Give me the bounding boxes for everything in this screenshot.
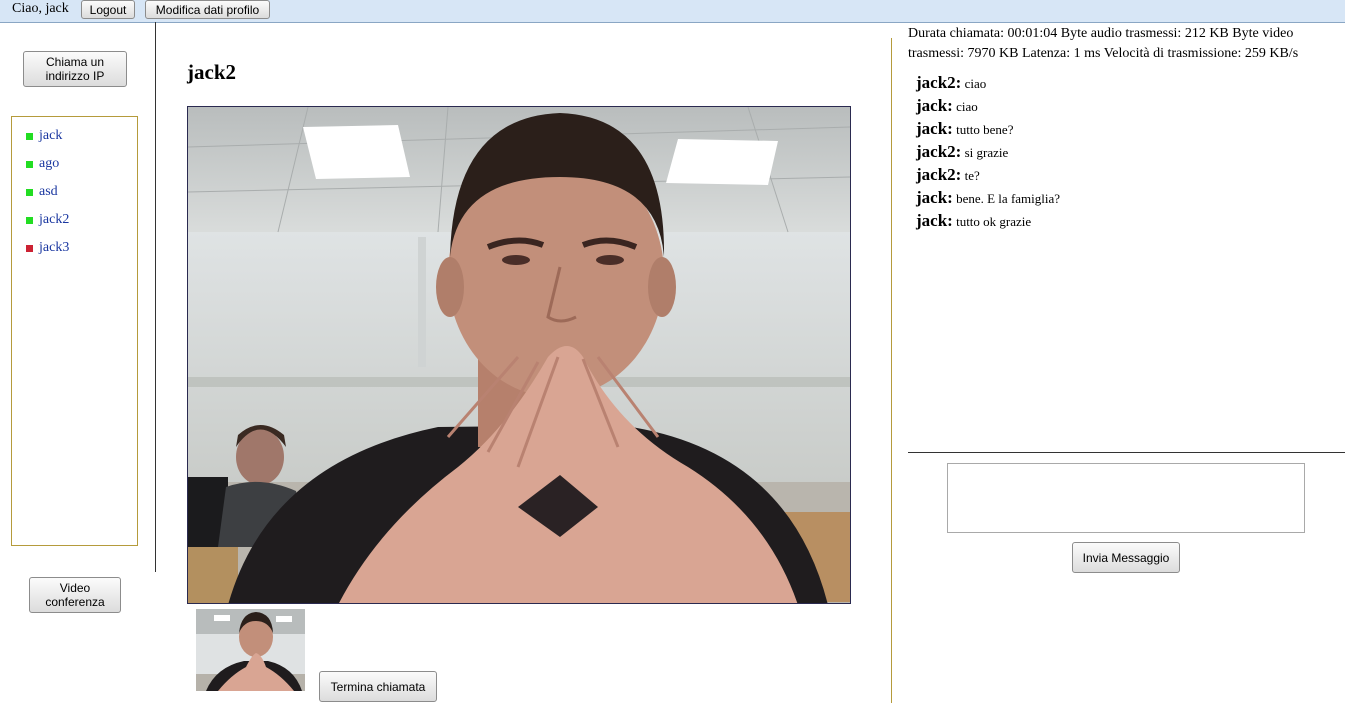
chat-text: tutto bene? — [956, 122, 1014, 137]
chat-text: bene. E la famiglia? — [956, 191, 1061, 206]
contact-item-asd[interactable]: asd — [26, 184, 58, 200]
chat-sender: jack: — [916, 188, 953, 207]
chat-message: jack2: si grazie — [916, 141, 1336, 164]
right-divider — [891, 38, 892, 703]
edit-profile-button[interactable]: Modifica dati profilo — [145, 0, 270, 19]
local-video-preview — [196, 609, 305, 691]
remote-video-feed — [187, 106, 851, 604]
chat-message-input[interactable] — [947, 463, 1305, 533]
chat-text: si grazie — [964, 145, 1009, 160]
chat-message: jack: bene. E la famiglia? — [916, 187, 1336, 210]
contact-name: jack2 — [39, 212, 70, 227]
remote-video-image — [188, 107, 850, 603]
status-offline-icon — [26, 244, 33, 252]
call-ip-button[interactable]: Chiama un indirizzo IP — [23, 51, 127, 87]
video-conference-button[interactable]: Video conferenza — [29, 577, 121, 613]
video-conference-label-line2: conferenza — [45, 595, 105, 609]
top-bar: Ciao, jack Logout Modifica dati profilo — [0, 0, 1345, 23]
contact-item-jack2[interactable]: jack2 — [26, 212, 69, 228]
status-online-icon — [26, 216, 33, 224]
chat-message: jack2: te? — [916, 164, 1336, 187]
left-divider — [155, 22, 156, 572]
remote-user-name: jack2 — [187, 60, 236, 84]
chat-message: jack: tutto ok grazie — [916, 210, 1336, 233]
contact-item-jack3[interactable]: jack3 — [26, 240, 69, 256]
contact-name: jack3 — [39, 240, 70, 255]
chat-text: ciao — [964, 76, 987, 91]
call-stats: Durata chiamata: 00:01:04 Byte audio tra… — [908, 26, 1299, 61]
chat-message: jack: ciao — [916, 95, 1336, 118]
status-online-icon — [26, 188, 33, 196]
chat-sender: jack2: — [916, 165, 962, 184]
chat-text: te? — [964, 168, 980, 183]
call-ip-label-line1: Chiama un — [45, 55, 105, 69]
video-conference-label-line1: Video — [59, 581, 91, 595]
contact-list: jack ago asd jack2 jack3 — [11, 116, 138, 546]
chat-log: jack2: ciao jack: ciao jack: tutto bene?… — [916, 72, 1336, 233]
greeting-text: Ciao, jack — [12, 1, 69, 16]
contact-item-ago[interactable]: ago — [26, 156, 59, 172]
chat-sender: jack2: — [916, 142, 962, 161]
chat-message: jack2: ciao — [916, 72, 1336, 95]
chat-sender: jack: — [916, 211, 953, 230]
chat-text: ciao — [956, 99, 978, 114]
contact-name: jack — [39, 128, 63, 143]
chat-text: tutto ok grazie — [956, 214, 1032, 229]
send-message-button[interactable]: Invia Messaggio — [1072, 542, 1180, 573]
chat-sender: jack: — [916, 119, 953, 138]
chat-sender: jack: — [916, 96, 953, 115]
call-ip-label-line2: indirizzo IP — [45, 69, 105, 83]
status-online-icon — [26, 132, 33, 140]
status-online-icon — [26, 160, 33, 168]
chat-message: jack: tutto bene? — [916, 118, 1336, 141]
contact-name: asd — [39, 184, 58, 199]
local-video-image — [196, 609, 305, 691]
chat-divider — [908, 452, 1345, 453]
contact-item-jack[interactable]: jack — [26, 128, 62, 144]
contact-name: ago — [39, 156, 60, 171]
logout-button[interactable]: Logout — [81, 0, 135, 19]
chat-sender: jack2: — [916, 73, 962, 92]
end-call-button[interactable]: Termina chiamata — [319, 671, 437, 702]
